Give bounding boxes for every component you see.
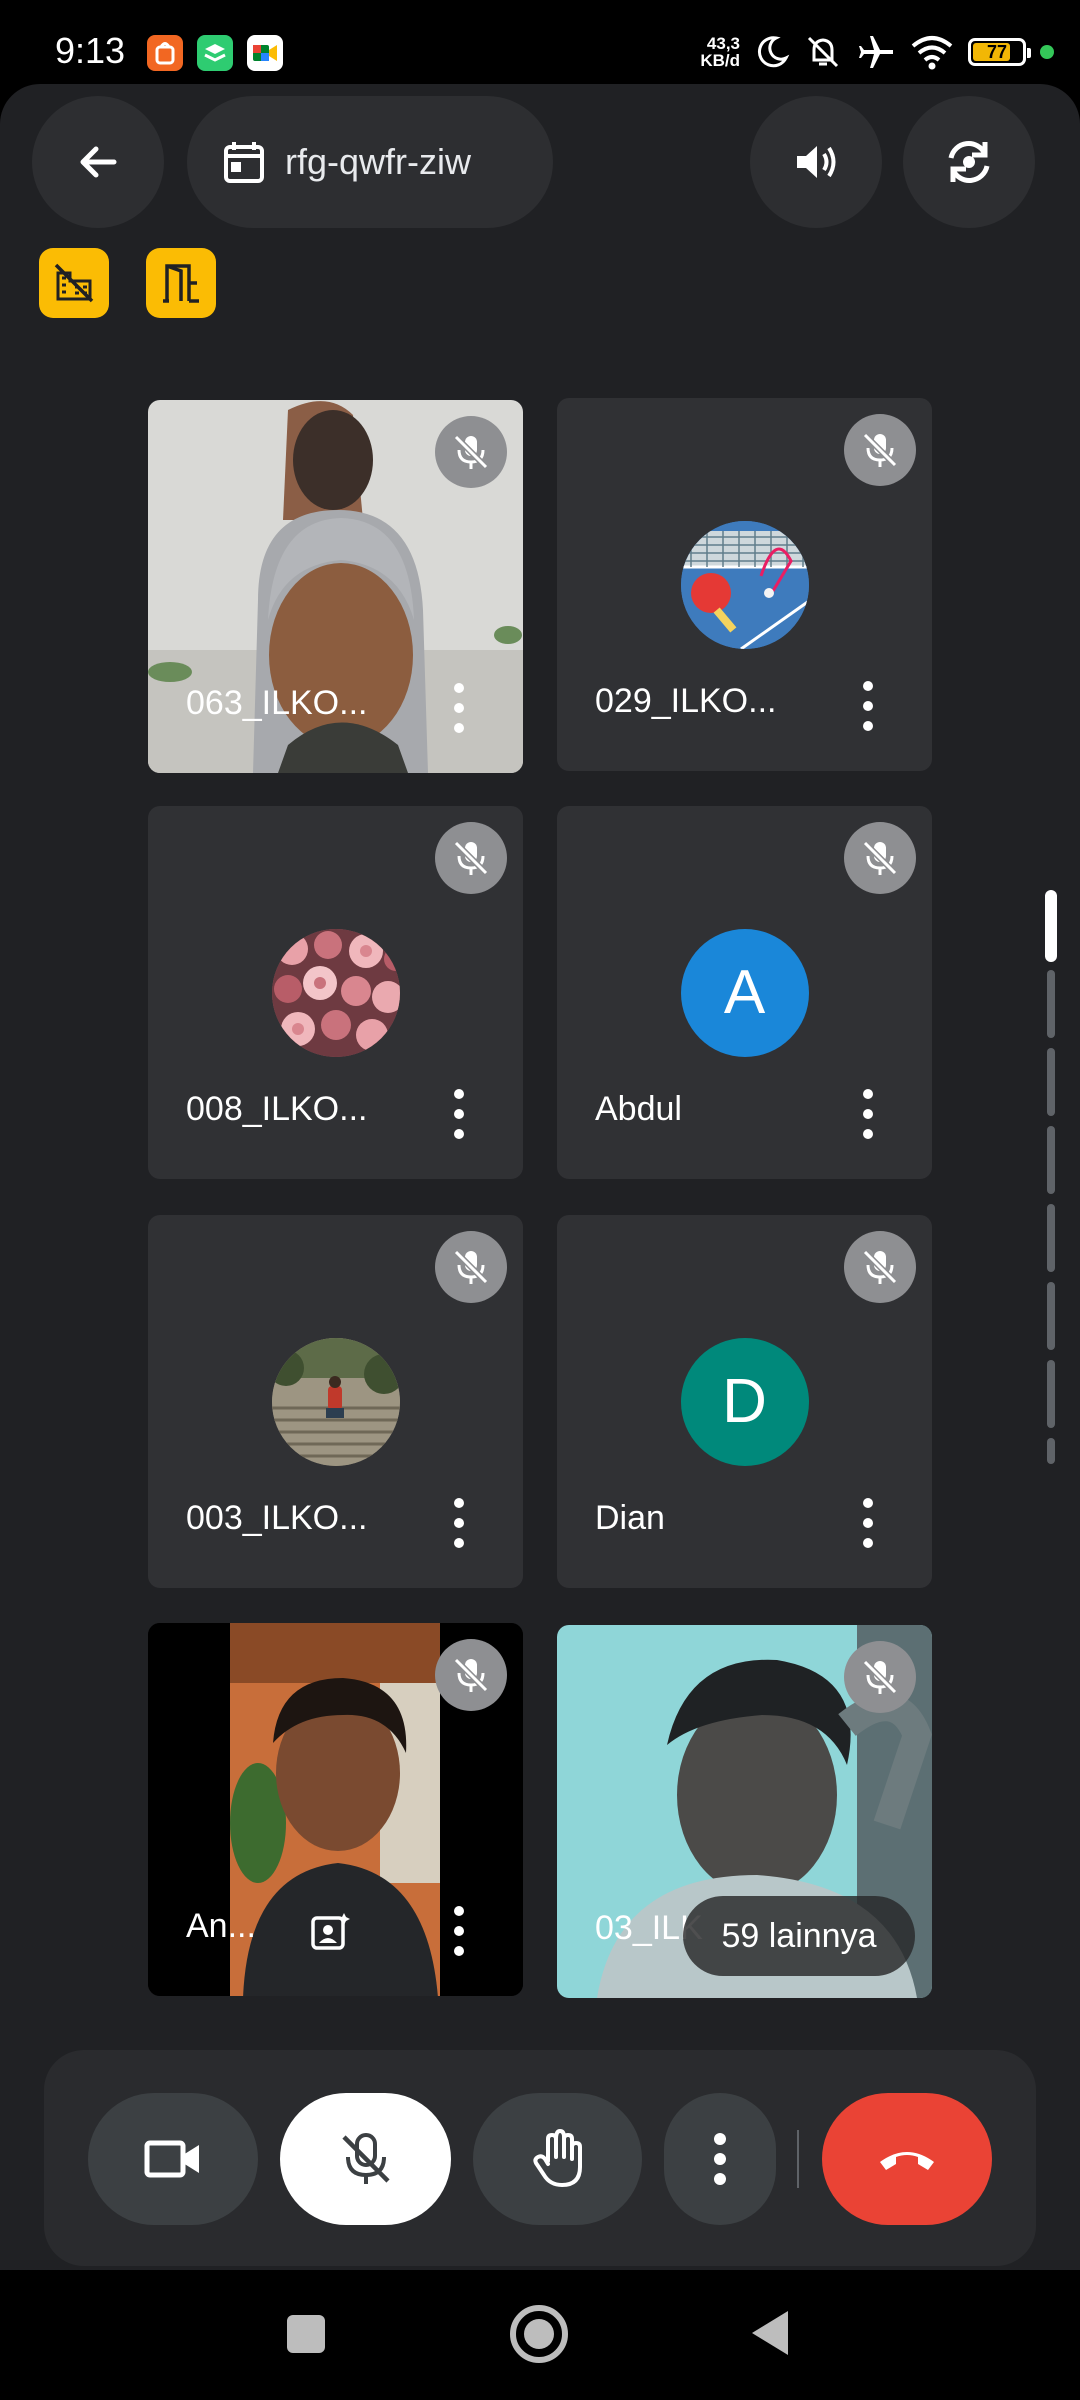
participant-name: Abdul	[595, 1090, 682, 1128]
mic-off-icon	[453, 1249, 489, 1285]
blur-background-indicator[interactable]	[39, 248, 109, 318]
muted-indicator	[844, 1231, 916, 1303]
scroll-segment	[1047, 1360, 1055, 1428]
mic-off-icon	[862, 840, 898, 876]
calendar-icon	[224, 142, 264, 183]
scroll-segment	[1047, 1126, 1055, 1194]
participant-tile[interactable]: 008_ILKO...	[148, 806, 523, 1179]
participant-name: 063_ILKO...	[186, 684, 368, 722]
more-vert-icon[interactable]	[858, 1089, 878, 1139]
more-vert-icon[interactable]	[858, 1498, 878, 1548]
bell-off-icon	[807, 36, 839, 68]
more-vert-icon[interactable]	[449, 1498, 469, 1548]
system-navigation-bar	[0, 2270, 1080, 2400]
mic-off-icon	[453, 434, 489, 470]
raise-hand-button[interactable]	[473, 2093, 642, 2225]
muted-indicator	[435, 822, 507, 894]
layers-app-icon	[197, 35, 233, 71]
end-call-button[interactable]	[822, 2093, 992, 2225]
mic-off-icon	[862, 1249, 898, 1285]
privacy-indicator-dot	[1040, 45, 1054, 59]
switch-camera-icon	[948, 141, 990, 183]
participant-name: 029_ILKO...	[595, 682, 777, 720]
scroll-segment	[1047, 1048, 1055, 1116]
participant-tile[interactable]: 063_ILKO...	[148, 400, 523, 773]
volume-icon	[797, 146, 836, 178]
more-options-button[interactable]	[664, 2093, 776, 2225]
participant-tile[interactable]: D Dian	[557, 1215, 932, 1588]
home-circle-icon[interactable]	[508, 2303, 570, 2365]
meet-app-icon	[247, 35, 283, 71]
participant-tile[interactable]: An...	[148, 1623, 523, 1996]
participant-initial-avatar: D	[680, 1337, 809, 1466]
blur-off-icon	[54, 263, 94, 303]
network-rate: 43,3 KB/d	[700, 34, 740, 70]
room-indicator[interactable]	[146, 248, 216, 318]
participant-initial-avatar: A	[680, 928, 809, 1057]
more-vert-icon[interactable]	[449, 1906, 469, 1956]
mic-off-icon	[453, 840, 489, 876]
muted-indicator	[844, 822, 916, 894]
mic-off-icon	[862, 432, 898, 468]
participant-avatar	[271, 1337, 400, 1466]
participant-avatar	[271, 928, 400, 1057]
meeting-info-button[interactable]: rfg-qwfr-ziw	[187, 96, 553, 228]
muted-indicator	[844, 1641, 916, 1713]
muted-indicator	[844, 414, 916, 486]
participant-name: 008_ILKO...	[186, 1090, 368, 1128]
more-vert-icon[interactable]	[449, 1089, 469, 1139]
participant-name: Dian	[595, 1499, 665, 1537]
status-time: 9:13	[55, 30, 126, 71]
mic-off-icon	[453, 1657, 489, 1693]
participant-tile[interactable]: A Abdul	[557, 806, 932, 1179]
scroll-segment	[1047, 1282, 1055, 1350]
microphone-toggle-button[interactable]	[280, 2093, 451, 2225]
scroll-segment	[1047, 1438, 1055, 1464]
airplane-icon	[859, 36, 893, 68]
switch-camera-button[interactable]	[903, 96, 1035, 228]
more-vert-icon	[714, 2133, 726, 2185]
muted-indicator	[435, 416, 507, 488]
controls-divider	[797, 2130, 799, 2188]
more-participants-button[interactable]: 59 lainnya	[683, 1896, 915, 1976]
participant-avatar	[680, 520, 809, 649]
call-end-icon	[880, 2152, 934, 2170]
more-vert-icon[interactable]	[858, 681, 878, 731]
mic-off-icon	[341, 2133, 390, 2184]
participant-tile[interactable]: 029_ILKO...	[557, 398, 932, 771]
more-vert-icon[interactable]	[449, 683, 469, 733]
moon-icon	[757, 36, 790, 68]
scrollbar[interactable]	[1045, 890, 1057, 1464]
videocam-icon	[144, 2140, 199, 2178]
speaker-button[interactable]	[750, 96, 882, 228]
scroll-segment	[1047, 970, 1055, 1038]
muted-indicator	[435, 1639, 507, 1711]
muted-indicator	[435, 1231, 507, 1303]
scroll-thumb[interactable]	[1045, 890, 1057, 962]
shopee-app-icon	[147, 35, 183, 71]
battery-icon: 77	[968, 38, 1031, 66]
participant-tile[interactable]: 003_ILKO...	[148, 1215, 523, 1588]
meeting-code: rfg-qwfr-ziw	[285, 141, 471, 182]
camera-toggle-button[interactable]	[88, 2093, 258, 2225]
participant-name: 003_ILKO...	[186, 1499, 368, 1537]
mic-off-icon	[862, 1659, 898, 1695]
raise-hand-icon	[532, 2129, 582, 2187]
recents-square-icon[interactable]	[287, 2315, 325, 2353]
portrait-effect-icon[interactable]	[302, 1904, 358, 1960]
wifi-icon	[911, 36, 953, 70]
back-triangle-icon[interactable]	[748, 2308, 794, 2358]
scroll-segment	[1047, 1204, 1055, 1272]
participant-name: An...	[186, 1907, 256, 1945]
back-button[interactable]	[32, 96, 164, 228]
door-icon	[163, 264, 199, 303]
arrow-back-icon	[80, 146, 117, 178]
status-bar: 9:13 43,3 KB/d 77	[0, 0, 1080, 84]
